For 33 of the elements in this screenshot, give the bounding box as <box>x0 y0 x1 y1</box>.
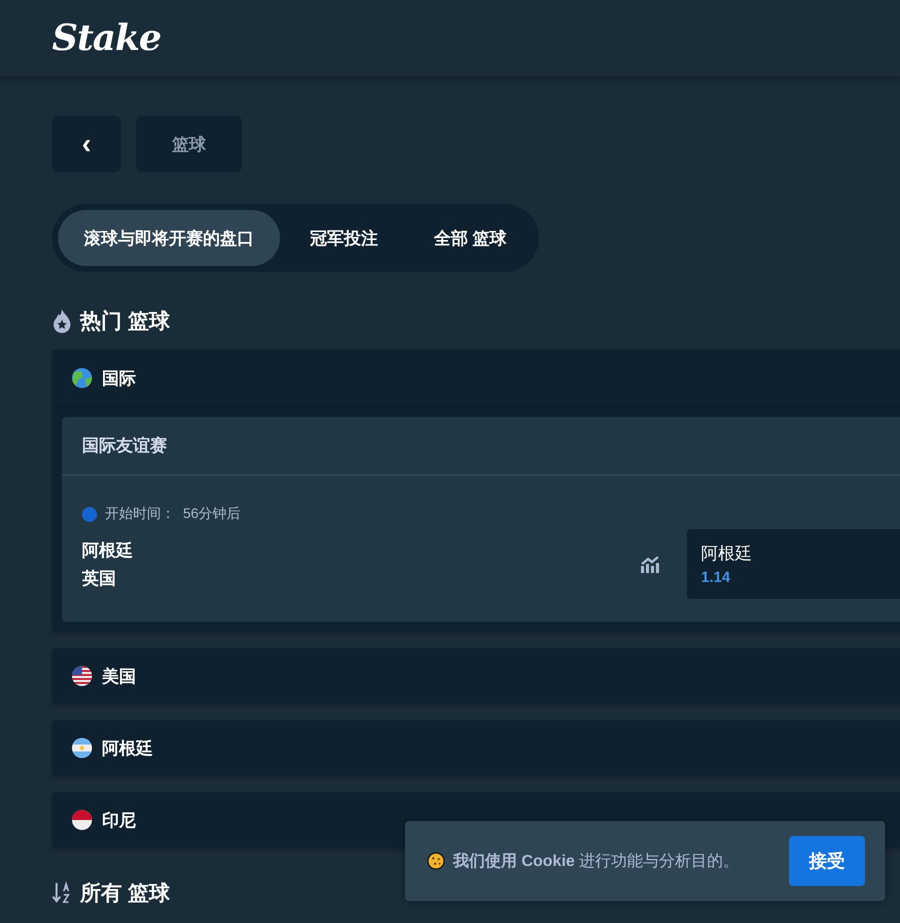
stats-icon[interactable] <box>640 555 660 573</box>
country-header[interactable]: 国际 <box>52 350 900 407</box>
sort-icon <box>52 881 72 905</box>
accept-button[interactable]: 接受 <box>789 836 865 886</box>
globe-icon <box>72 368 92 388</box>
team-name[interactable]: 英国 <box>82 565 116 593</box>
country-name: 阿根廷 <box>102 738 153 760</box>
back-button[interactable]: ‹ <box>52 116 121 172</box>
flame-star-icon <box>52 309 72 333</box>
country-name: 国际 <box>102 368 136 390</box>
start-time: 56分钟后 <box>183 505 241 523</box>
cookie-message: 我们使用 Cookie 进行功能与分析目的。 <box>453 852 740 872</box>
league-name: 国际友谊赛 <box>82 435 167 457</box>
flag-icon <box>72 666 92 686</box>
country-header[interactable]: 美国 <box>52 648 900 704</box>
tab[interactable]: 全部 篮球 <box>408 210 533 266</box>
breadcrumb-button[interactable]: 篮球 <box>136 116 242 172</box>
tab[interactable]: 滚球与即将开赛的盘口 <box>58 210 280 266</box>
team-name[interactable]: 阿根廷 <box>82 537 133 565</box>
country-header[interactable]: 阿根廷 <box>52 720 900 776</box>
start-label: 开始时间： <box>105 505 175 523</box>
country-name: 美国 <box>102 666 136 688</box>
flag-icon <box>72 810 92 830</box>
logo[interactable]: Stake <box>52 17 161 59</box>
flag-icon <box>72 738 92 758</box>
cookie-icon <box>427 852 445 870</box>
section-title: 所有 篮球 <box>80 881 170 907</box>
section-title: 热门 篮球 <box>80 308 170 335</box>
odds-button[interactable]: 阿根廷 1.14 <box>687 529 900 599</box>
country-name: 印尼 <box>102 810 136 832</box>
tab[interactable]: 冠军投注 <box>284 210 404 266</box>
status-dot <box>82 506 97 522</box>
country-header[interactable]: 印尼 <box>52 792 900 848</box>
